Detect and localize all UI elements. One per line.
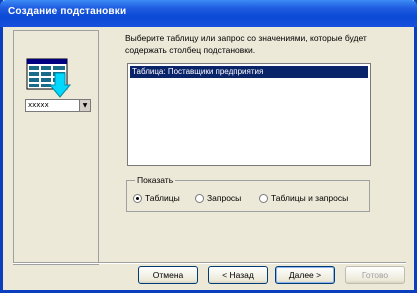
radio-both-label: Таблицы и запросы <box>271 193 349 203</box>
preview-combo-value: xxxxx <box>28 101 49 109</box>
radio-tables-button[interactable] <box>133 193 142 203</box>
source-listbox[interactable]: Таблица: Поставщики предприятия <box>127 63 371 166</box>
radio-queries[interactable]: Запросы <box>195 193 241 203</box>
radio-queries-button[interactable] <box>195 193 204 203</box>
show-group-label: Показать <box>135 175 176 185</box>
finish-button[interactable]: Готово <box>345 266 405 284</box>
button-separator <box>13 262 406 264</box>
next-button[interactable]: Далее > <box>275 266 335 284</box>
radio-both[interactable]: Таблицы и запросы <box>259 193 348 203</box>
preview-combo: xxxxx ▼ <box>25 99 91 112</box>
cancel-button[interactable]: Отмена <box>138 266 198 284</box>
radio-tables-label: Таблицы <box>145 193 180 203</box>
title-bar[interactable]: Создание подстановки <box>0 0 417 27</box>
radio-tables[interactable]: Таблицы <box>133 193 180 203</box>
radio-queries-label: Запросы <box>207 193 242 203</box>
back-button[interactable]: < Назад <box>208 266 268 284</box>
radio-both-button[interactable] <box>259 193 268 203</box>
wizard-window: Создание подстановки xxxxx ▼ Выберите та… <box>0 0 417 293</box>
prompt-text: Выберите таблицу или запрос со значениям… <box>125 33 367 55</box>
list-item[interactable]: Таблица: Поставщики предприятия <box>130 66 368 78</box>
show-groupbox: Показать Таблицы Запросы Таблицы и запро… <box>126 175 370 212</box>
button-row: Отмена < Назад Далее > Готово <box>3 266 417 286</box>
wizard-illustration-panel: xxxxx ▼ <box>13 30 99 265</box>
chevron-down-icon: ▼ <box>79 100 90 111</box>
window-title: Создание подстановки <box>8 6 127 17</box>
